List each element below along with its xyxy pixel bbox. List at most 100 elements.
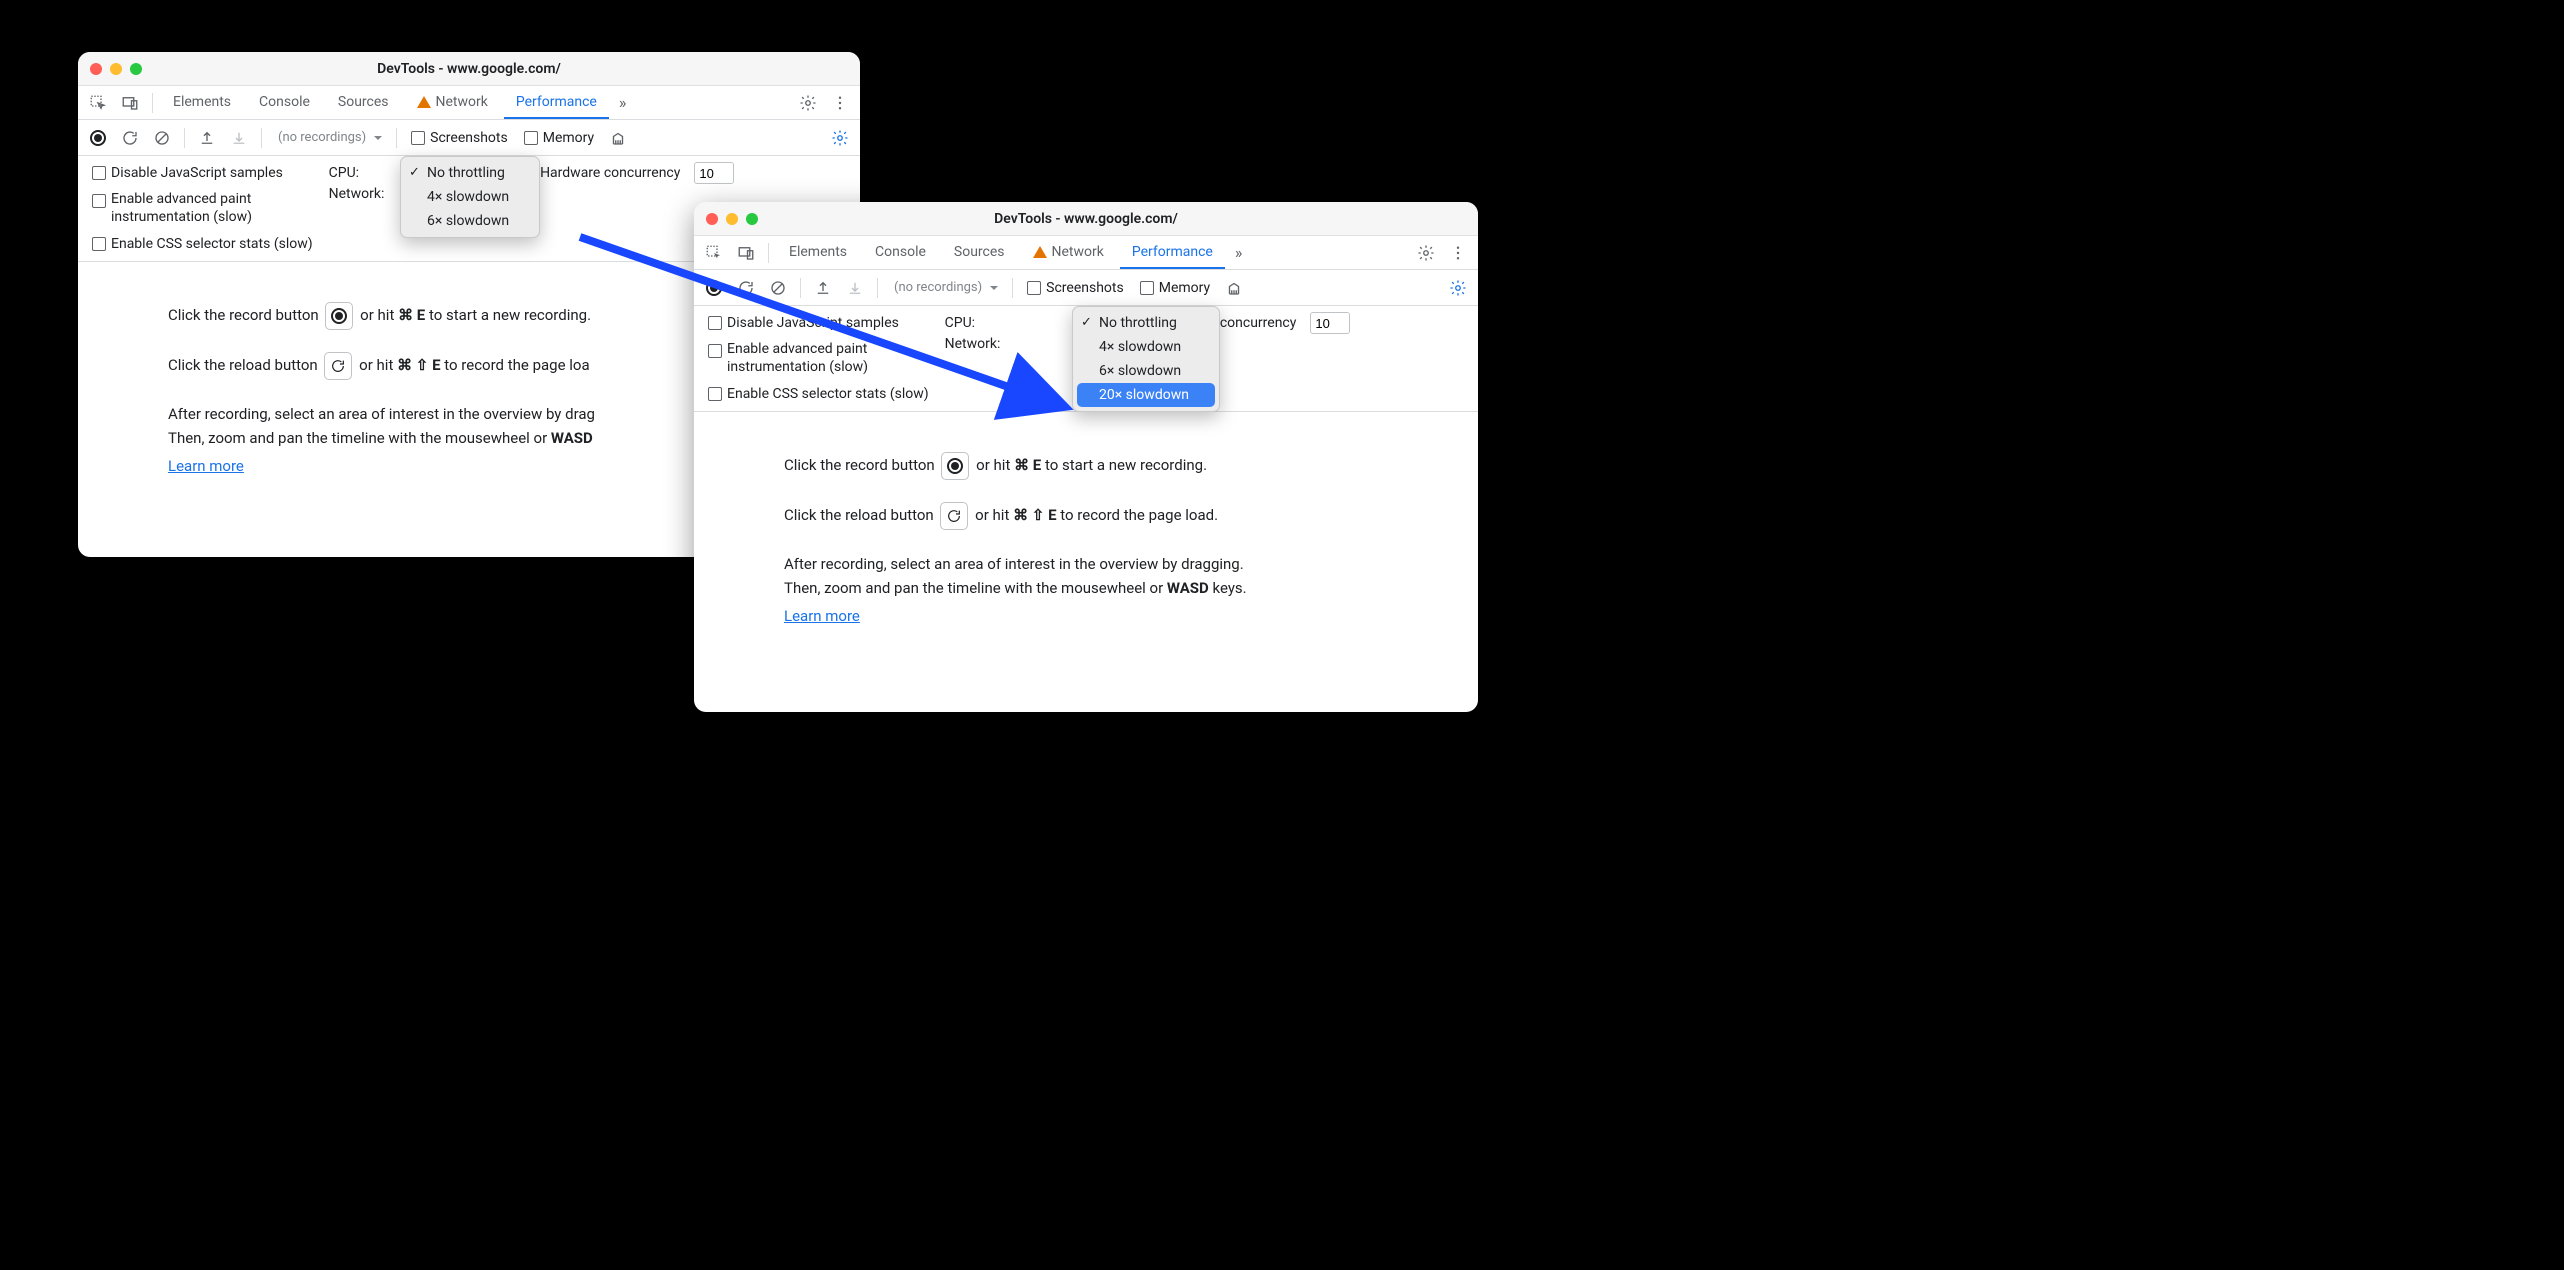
divider [261,128,262,148]
dd-item-20x[interactable]: 20× slowdown [1077,383,1215,407]
memory-checkbox[interactable]: Memory [1134,280,1216,296]
record-button-inline[interactable] [325,302,353,330]
screenshots-checkbox[interactable]: Screenshots [1021,280,1130,296]
download-icon[interactable] [225,124,253,152]
close-window-button[interactable] [90,63,102,75]
reload-button-inline[interactable] [940,502,968,530]
adv-paint-checkbox[interactable]: Enable advanced paint instrumentation (s… [86,191,307,226]
recordings-select[interactable]: (no recordings) [270,126,388,150]
dd-item-4x[interactable]: 4× slowdown [401,185,539,209]
learn-more-link[interactable]: Learn more [168,457,244,475]
screenshots-checkbox[interactable]: Screenshots [405,130,514,146]
tab-label: Sources [954,244,1005,260]
network-label: Network: [329,186,385,202]
devtools-window-b: DevTools - www.google.com/ Elements Cons… [694,202,1478,712]
tab-console[interactable]: Console [247,86,322,119]
learn-more-link[interactable]: Learn more [784,607,860,625]
tab-label: Console [875,244,926,260]
recordings-select-label: (no recordings) [278,130,366,145]
instruction-after: After recording, select an area of inter… [168,402,770,450]
dd-item-no-throttling[interactable]: No throttling [401,161,539,185]
capture-settings-icon[interactable] [826,124,854,152]
kebab-menu-icon[interactable] [826,89,854,117]
hw-concurrency-input[interactable] [1310,312,1350,334]
css-stats-checkbox[interactable]: Enable CSS selector stats (slow) [702,386,935,402]
tab-console[interactable]: Console [863,236,938,269]
record-button-inline[interactable] [941,452,969,480]
inspect-icon[interactable] [700,239,728,267]
more-tabs-icon[interactable]: » [1229,243,1249,262]
memory-checkbox[interactable]: Memory [518,130,600,146]
recordings-select[interactable]: (no recordings) [886,276,1004,300]
tab-network[interactable]: Network [1021,236,1116,269]
adv-paint-checkbox[interactable]: Enable advanced paint instrumentation (s… [702,341,923,376]
tab-label: Network [1052,244,1104,260]
checkbox-label: Enable CSS selector stats (slow) [727,386,929,402]
more-tabs-icon[interactable]: » [613,93,633,112]
minimize-window-button[interactable] [726,213,738,225]
tab-elements[interactable]: Elements [161,86,243,119]
zoom-window-button[interactable] [130,63,142,75]
zoom-window-button[interactable] [746,213,758,225]
checkbox-label: Disable JavaScript samples [111,165,283,181]
checkbox-icon [1027,281,1041,295]
upload-icon[interactable] [193,124,221,152]
instruction-reload: Click the reload button or hit ⌘ ⇧ E to … [784,502,1388,530]
tab-sources[interactable]: Sources [326,86,401,119]
dd-item-6x[interactable]: 6× slowdown [1073,359,1219,383]
hw-concurrency-input[interactable] [694,162,734,184]
reload-button[interactable] [732,274,760,302]
collect-garbage-icon[interactable] [604,124,632,152]
close-window-button[interactable] [706,213,718,225]
tab-elements[interactable]: Elements [777,236,859,269]
kebab-menu-icon[interactable] [1444,239,1472,267]
checkbox-label: Screenshots [1046,280,1124,296]
tabbar: Elements Console Sources Network Perform… [694,236,1478,270]
divider [768,243,769,263]
cpu-label: CPU: [945,315,975,331]
upload-icon[interactable] [809,274,837,302]
minimize-window-button[interactable] [110,63,122,75]
device-toggle-icon[interactable] [116,89,144,117]
disable-js-checkbox[interactable]: Disable JavaScript samples [86,165,289,181]
warning-icon [417,96,431,108]
instruction-after: After recording, select an area of inter… [784,552,1388,600]
dd-item-6x[interactable]: 6× slowdown [401,209,539,233]
settings-icon[interactable] [1412,239,1440,267]
clear-button[interactable] [148,124,176,152]
divider [396,128,397,148]
warning-icon [1033,246,1047,258]
dd-item-no-throttling[interactable]: No throttling [1073,311,1219,335]
performance-toolbar: (no recordings) Screenshots Memory [694,270,1478,306]
tab-label: Sources [338,94,389,110]
device-toggle-icon[interactable] [732,239,760,267]
collect-garbage-icon[interactable] [1220,274,1248,302]
tab-sources[interactable]: Sources [942,236,1017,269]
record-button[interactable] [700,274,728,302]
reload-button[interactable] [116,124,144,152]
record-button[interactable] [84,124,112,152]
traffic-lights [706,213,758,225]
settings-icon[interactable] [794,89,822,117]
disable-js-checkbox[interactable]: Disable JavaScript samples [702,315,905,331]
tab-performance[interactable]: Performance [504,86,609,119]
css-stats-checkbox[interactable]: Enable CSS selector stats (slow) [86,236,319,252]
clear-button[interactable] [764,274,792,302]
window-title: DevTools - www.google.com/ [694,211,1478,227]
capture-settings-icon[interactable] [1444,274,1472,302]
tab-performance[interactable]: Performance [1120,236,1225,269]
checkbox-icon [524,131,538,145]
inspect-icon[interactable] [84,89,112,117]
tab-network[interactable]: Network [405,86,500,119]
checkbox-icon [92,166,106,180]
download-icon[interactable] [841,274,869,302]
hw-concurrency-checkbox[interactable]: Hardware concurrency [515,165,686,181]
network-label: Network: [945,336,1001,352]
divider [1012,278,1013,298]
checkbox-icon [1140,281,1154,295]
tab-label: Performance [516,94,597,110]
divider [184,128,185,148]
reload-button-inline[interactable] [324,352,352,380]
divider [800,278,801,298]
dd-item-4x[interactable]: 4× slowdown [1073,335,1219,359]
